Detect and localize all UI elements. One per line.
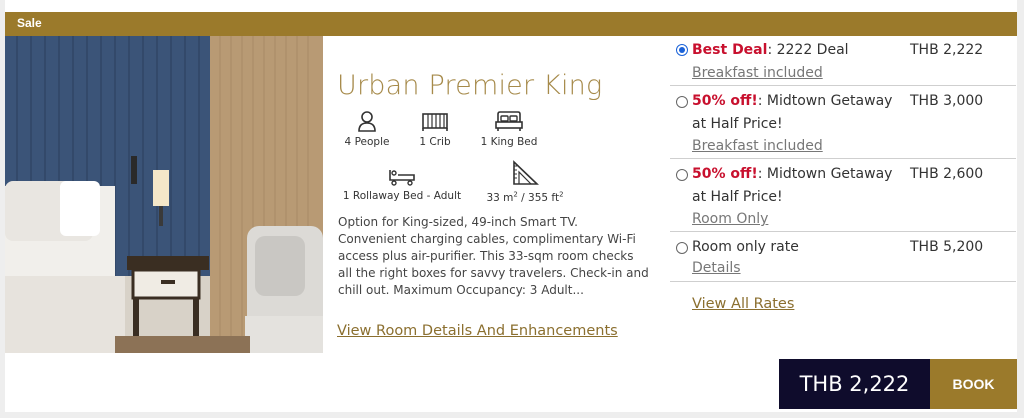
sale-label: Sale — [17, 16, 42, 30]
room-photo[interactable] — [5, 36, 323, 353]
amenity-label: 33 m2 / 355 ft2 — [486, 190, 564, 204]
rate-detail-link[interactable]: Breakfast included — [692, 65, 823, 81]
room-title: Urban Premier King — [337, 70, 603, 101]
view-room-details-link[interactable]: View Room Details And Enhancements — [337, 323, 618, 339]
king-bed-icon — [495, 111, 523, 131]
rate-price: THB 2,600 — [910, 166, 984, 182]
amenity-label: 1 King Bed — [480, 136, 538, 148]
crib-icon — [422, 113, 448, 131]
amenity-label: 1 Rollaway Bed - Adult — [342, 190, 462, 202]
rate-name: Best Deal: 2222 Deal — [692, 42, 849, 58]
rate-detail-link[interactable]: Room Only — [692, 211, 768, 227]
rate-radio[interactable] — [676, 96, 688, 108]
total-price: THB 2,222 — [779, 359, 930, 409]
room-photo-image — [5, 36, 323, 353]
rate-price: THB 5,200 — [910, 239, 984, 255]
amenity-king-bed: 1 King Bed — [476, 110, 542, 148]
sale-banner: Sale — [5, 12, 1017, 36]
rate-radio[interactable] — [676, 44, 688, 56]
amenity-label: 1 Crib — [419, 136, 451, 148]
amenity-room-size: 33 m2 / 355 ft2 — [482, 160, 568, 204]
amenity-people: 4 People — [340, 110, 394, 148]
view-all-rates-link[interactable]: View All Rates — [692, 296, 794, 312]
rate-option[interactable]: 50% off!: Midtown Getaway at Half Price!… — [670, 159, 1016, 232]
room-description: Option for King-sized, 49-inch Smart TV.… — [338, 215, 649, 297]
rate-name: Room only rate — [692, 239, 799, 255]
amenity-rollaway-bed: 1 Rollaway Bed - Adult — [340, 164, 464, 202]
rate-list: Best Deal: 2222 Deal THB 2,222 Breakfast… — [670, 36, 1016, 282]
rate-detail-link[interactable]: Breakfast included — [692, 138, 823, 154]
person-icon — [358, 111, 376, 132]
book-button[interactable]: BOOK — [930, 359, 1017, 409]
rate-detail-link[interactable]: Details — [692, 260, 741, 276]
rate-name: 50% off!: Midtown Getaway at Half Price! — [692, 93, 893, 132]
rate-name: 50% off!: Midtown Getaway at Half Price! — [692, 166, 893, 205]
rollaway-bed-icon — [389, 170, 415, 186]
rate-option[interactable]: 50% off!: Midtown Getaway at Half Price!… — [670, 86, 1016, 159]
room-size-icon — [513, 160, 539, 185]
amenity-crib: 1 Crib — [412, 110, 458, 148]
rate-option[interactable]: Room only rate THB 5,200 Details — [670, 232, 1016, 282]
rate-price: THB 3,000 — [910, 93, 984, 109]
rate-radio[interactable] — [676, 169, 688, 181]
rate-price: THB 2,222 — [910, 42, 984, 58]
amenity-label: 4 People — [344, 136, 390, 148]
rate-radio[interactable] — [676, 242, 688, 254]
rate-option[interactable]: Best Deal: 2222 Deal THB 2,222 Breakfast… — [670, 36, 1016, 86]
